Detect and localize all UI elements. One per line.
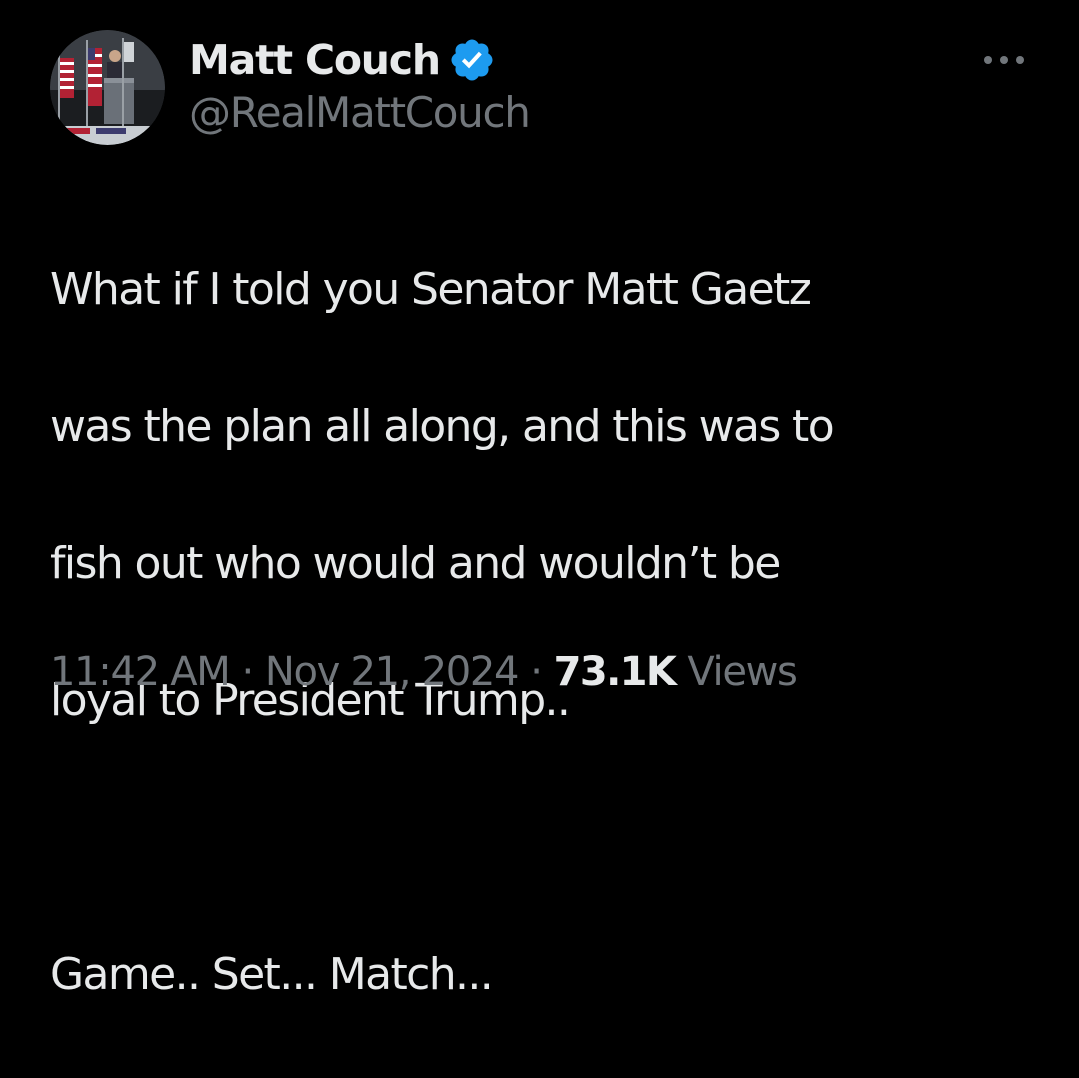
views-label: Views	[687, 649, 798, 695]
tweet-meta: 11:42 AM · Nov 21, 2024 · 73.1K Views	[50, 642, 798, 702]
tweet-text-closing-line: Game.. Set... Match...	[50, 948, 494, 1000]
author-name-row: Matt Couch	[189, 32, 496, 88]
more-horizontal-icon	[984, 56, 1024, 64]
tweet-time[interactable]: 11:42 AM	[50, 649, 231, 695]
views-count: 73.1K	[553, 649, 677, 695]
tweet-date[interactable]: Nov 21, 2024	[265, 649, 520, 695]
author-display-name[interactable]: Matt Couch	[189, 36, 441, 84]
verified-badge-icon	[448, 36, 496, 84]
more-options-button[interactable]	[978, 40, 1030, 80]
meta-separator: ·	[530, 649, 543, 695]
tweet-card: Matt Couch @RealMattCouch What if I told…	[0, 0, 1079, 1000]
tweet-text-line: fish out who would and wouldn’t be	[50, 537, 781, 589]
meta-separator: ·	[241, 649, 254, 695]
tweet-text-line: was the plan all along, and this was to	[50, 400, 835, 452]
avatar[interactable]	[50, 30, 165, 145]
tweet-text: What if I told you Senator Matt Gaetz wa…	[50, 187, 1050, 1078]
tweet-text-line: What if I told you Senator Matt Gaetz	[50, 263, 812, 315]
avatar-image	[50, 30, 165, 145]
paragraph-break	[50, 804, 1050, 873]
author-handle[interactable]: @RealMattCouch	[189, 88, 531, 137]
